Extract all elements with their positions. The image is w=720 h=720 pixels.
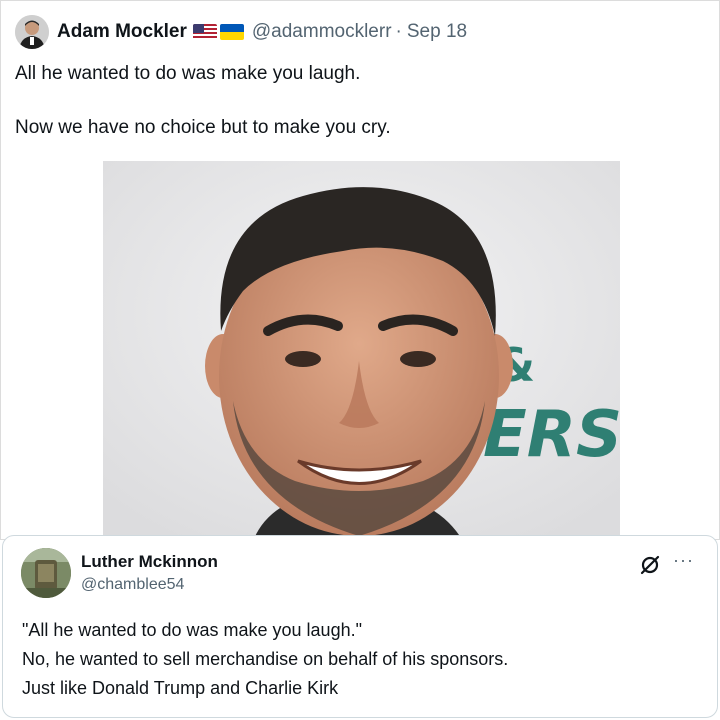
- ukraine-flag-icon: [219, 24, 244, 40]
- tweet-header: Adam Mockler @adammocklerr · Sep 18: [57, 19, 467, 45]
- tweet-handle[interactable]: @adammocklerr: [252, 21, 392, 43]
- portrait-image: & ERS: [103, 161, 620, 541]
- tweet-photo[interactable]: & ERS: [103, 161, 620, 541]
- reply-text-line-1: "All he wanted to do was make you laugh.…: [22, 620, 362, 640]
- display-name[interactable]: Adam Mockler: [57, 21, 187, 43]
- avatar-image: [15, 15, 49, 49]
- reply-display-name[interactable]: Luther Mckinnon: [81, 552, 218, 572]
- reply-text-line-2: No, he wanted to sell merchandise on beh…: [22, 649, 509, 669]
- tweet-text-line-1: All he wanted to do was make you laugh.: [15, 63, 361, 84]
- grok-icon[interactable]: [639, 554, 661, 576]
- svg-text:ERS: ERS: [483, 398, 620, 472]
- avatar[interactable]: [15, 15, 49, 49]
- tweet-date[interactable]: Sep 18: [407, 21, 467, 43]
- separator: ·: [395, 21, 402, 42]
- reply-text-line-3: Just like Donald Trump and Charlie Kirk: [22, 678, 339, 698]
- more-options-icon[interactable]: ···: [673, 550, 694, 571]
- us-flag-icon: [192, 24, 217, 40]
- tweet-text-line-2: Now we have no choice but to make you cr…: [15, 117, 391, 138]
- reply-handle[interactable]: @chamblee54: [81, 576, 184, 594]
- avatar-image: [21, 548, 71, 598]
- reply-avatar[interactable]: [21, 548, 71, 598]
- reply-tweet[interactable]: Luther Mckinnon @chamblee54 ··· "All he …: [2, 535, 718, 718]
- quoted-tweet[interactable]: Adam Mockler @adammocklerr · Sep 18 All …: [0, 0, 720, 541]
